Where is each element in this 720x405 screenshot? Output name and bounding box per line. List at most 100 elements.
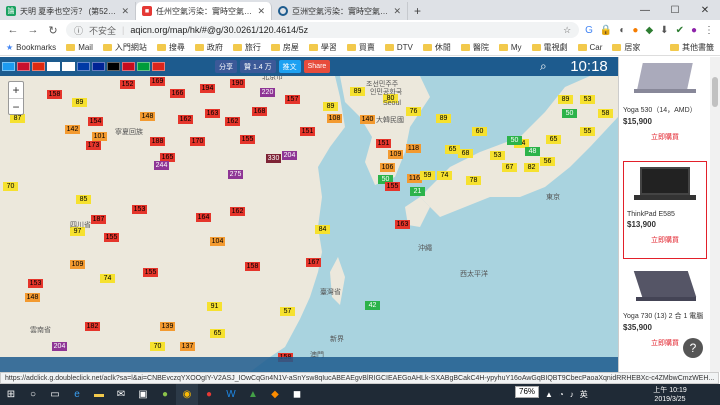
aqi-station-marker[interactable]: 70 xyxy=(150,342,165,351)
bookmark-folder[interactable]: Car xyxy=(577,43,602,52)
aqi-map[interactable]: 158 89 152 169 166 194 190 220 157 87 142 154 101 148… xyxy=(0,57,618,372)
aqi-station-marker[interactable]: 55 xyxy=(580,127,595,136)
aqi-station-marker[interactable]: 65 xyxy=(445,145,460,154)
download-icon[interactable]: ⬇ xyxy=(660,25,668,36)
aqi-station-marker[interactable]: 53 xyxy=(580,95,595,104)
aqi-station-marker[interactable]: 65 xyxy=(210,329,225,338)
battery-indicator[interactable]: 76% xyxy=(515,386,540,398)
aqi-station-marker[interactable]: 60 xyxy=(472,127,487,136)
aqi-station-marker[interactable]: 48 xyxy=(525,147,540,156)
aqi-station-marker[interactable]: 89 xyxy=(350,87,365,96)
flag-icon[interactable] xyxy=(17,62,30,71)
aqi-station-marker[interactable]: 162 xyxy=(225,117,240,126)
zoom-in-button[interactable]: + xyxy=(9,82,23,98)
flag-icon[interactable] xyxy=(47,62,60,71)
aqi-station-marker[interactable]: 56 xyxy=(540,157,555,166)
help-icon[interactable]: ? xyxy=(683,338,703,358)
aqi-station-marker[interactable]: 78 xyxy=(466,176,481,185)
bookmark-folder[interactable]: Mail xyxy=(66,43,93,52)
aqi-station-marker[interactable]: 74 xyxy=(100,274,115,283)
aqi-station-marker[interactable]: 330 xyxy=(266,154,281,163)
aqi-station-marker[interactable]: 50 xyxy=(507,136,522,145)
bookmark-folder[interactable]: DTV xyxy=(384,43,413,52)
aqi-station-marker[interactable]: 151 xyxy=(376,139,391,148)
bookmark-star-icon[interactable]: ☆ xyxy=(563,25,571,36)
file-explorer-icon[interactable]: ▬ xyxy=(88,384,110,405)
aqi-station-marker[interactable]: 89 xyxy=(72,98,87,107)
app-icon[interactable]: ◆ xyxy=(264,384,286,405)
flag-icon[interactable] xyxy=(77,62,90,71)
app-icon[interactable]: ● xyxy=(154,384,176,405)
profile-icon[interactable]: ● xyxy=(691,25,697,36)
bookmark-folder[interactable]: 政府 xyxy=(194,42,223,53)
aqi-station-marker[interactable]: 68 xyxy=(458,149,473,158)
ime-label[interactable]: 英 xyxy=(580,389,588,400)
aqi-station-marker[interactable]: 173 xyxy=(86,141,101,150)
aqi-station-marker[interactable]: 244 xyxy=(154,161,169,170)
aqi-station-marker[interactable]: 163 xyxy=(205,109,220,118)
aqi-station-marker[interactable]: 167 xyxy=(306,258,321,267)
app-icon[interactable]: ● xyxy=(198,384,220,405)
aqi-station-marker[interactable]: 140 xyxy=(360,115,375,124)
chrome-icon[interactable]: ◉ xyxy=(176,384,198,405)
aqi-station-marker[interactable]: 89 xyxy=(558,95,573,104)
tab-close-icon[interactable]: ✕ xyxy=(257,6,265,17)
aqi-station-marker[interactable]: 74 xyxy=(437,171,452,180)
minimize-icon[interactable]: — xyxy=(630,0,660,20)
aqi-station-marker[interactable]: 53 xyxy=(490,151,505,160)
edge-icon[interactable]: e xyxy=(66,384,88,405)
search-icon[interactable]: ○ xyxy=(22,384,44,405)
aqi-station-marker[interactable]: 137 xyxy=(180,342,195,351)
flag-icon[interactable] xyxy=(2,62,15,71)
aqi-station-marker[interactable]: 155 xyxy=(385,182,400,191)
buy-now-link[interactable]: 立即購買 xyxy=(623,132,707,142)
aqi-station-marker[interactable]: 162 xyxy=(178,115,193,124)
scrollbar-thumb[interactable] xyxy=(712,77,718,107)
aqi-station-marker[interactable]: 166 xyxy=(170,89,185,98)
aqi-station-marker[interactable]: 106 xyxy=(380,163,395,172)
aqi-station-marker[interactable]: 157 xyxy=(285,95,300,104)
flag-icon[interactable] xyxy=(122,62,135,71)
store-icon[interactable]: ▣ xyxy=(132,384,154,405)
aqi-station-marker[interactable]: 104 xyxy=(210,237,225,246)
tab-0[interactable]: 論 天明 夏季也空污？ (第52頁) - 熱 ✕ xyxy=(0,2,136,20)
aqi-station-marker[interactable]: 109 xyxy=(388,150,403,159)
aqi-station-marker[interactable]: 109 xyxy=(70,260,85,269)
aqi-station-marker[interactable]: 85 xyxy=(76,195,91,204)
bookmark-folder[interactable]: 買賣 xyxy=(346,42,375,53)
google-icon[interactable]: G xyxy=(585,25,593,36)
aqi-station-marker[interactable]: 275 xyxy=(228,170,243,179)
aqi-station-marker[interactable]: 153 xyxy=(132,205,147,214)
bookmark-folder[interactable]: 居家 xyxy=(612,42,640,53)
network-icon[interactable]: ◔ xyxy=(559,390,564,399)
aqi-station-marker[interactable]: 84 xyxy=(315,225,330,234)
flag-icon[interactable] xyxy=(32,62,45,71)
aqi-station-marker[interactable]: 65 xyxy=(546,135,561,144)
bookmark-folder[interactable]: My xyxy=(498,43,522,52)
aqi-station-marker[interactable]: 169 xyxy=(150,77,165,86)
bookmark-folder[interactable]: 入門網站 xyxy=(102,42,147,53)
aqi-station-marker[interactable]: 42 xyxy=(365,301,380,310)
back-icon[interactable]: ← xyxy=(6,24,20,36)
tweet-button[interactable]: 推文 xyxy=(278,60,301,73)
aqi-station-marker[interactable]: 151 xyxy=(300,127,315,136)
zoom-out-button[interactable]: − xyxy=(9,98,23,114)
flag-icon[interactable] xyxy=(137,62,150,71)
windows-start-icon[interactable]: ⊞ xyxy=(0,384,22,405)
aqi-station-marker[interactable]: 91 xyxy=(207,302,222,311)
aqi-station-marker[interactable]: 87 xyxy=(10,114,25,123)
tab-close-icon[interactable]: ✕ xyxy=(393,6,401,17)
facebook-like-button[interactable]: 贊 1.4 万 xyxy=(240,60,276,73)
aqi-station-marker[interactable]: 187 xyxy=(91,215,106,224)
clock-tray[interactable]: 上午 10:19 2019/3/25 xyxy=(640,384,700,405)
app-icon[interactable]: W xyxy=(220,384,242,405)
aqi-station-marker[interactable]: 220 xyxy=(260,88,275,97)
bookmark-folder[interactable]: 房屋 xyxy=(270,42,299,53)
bookmark-folder[interactable]: 休閒 xyxy=(422,42,451,53)
aqi-station-marker[interactable]: 170 xyxy=(190,137,205,146)
flag-icon[interactable] xyxy=(92,62,105,71)
menu-icon[interactable]: ⋮ xyxy=(704,25,714,36)
aqi-station-marker[interactable]: 204 xyxy=(282,151,297,160)
aqi-station-marker[interactable]: 139 xyxy=(160,322,175,331)
aqi-station-marker[interactable]: 101 xyxy=(92,132,107,141)
